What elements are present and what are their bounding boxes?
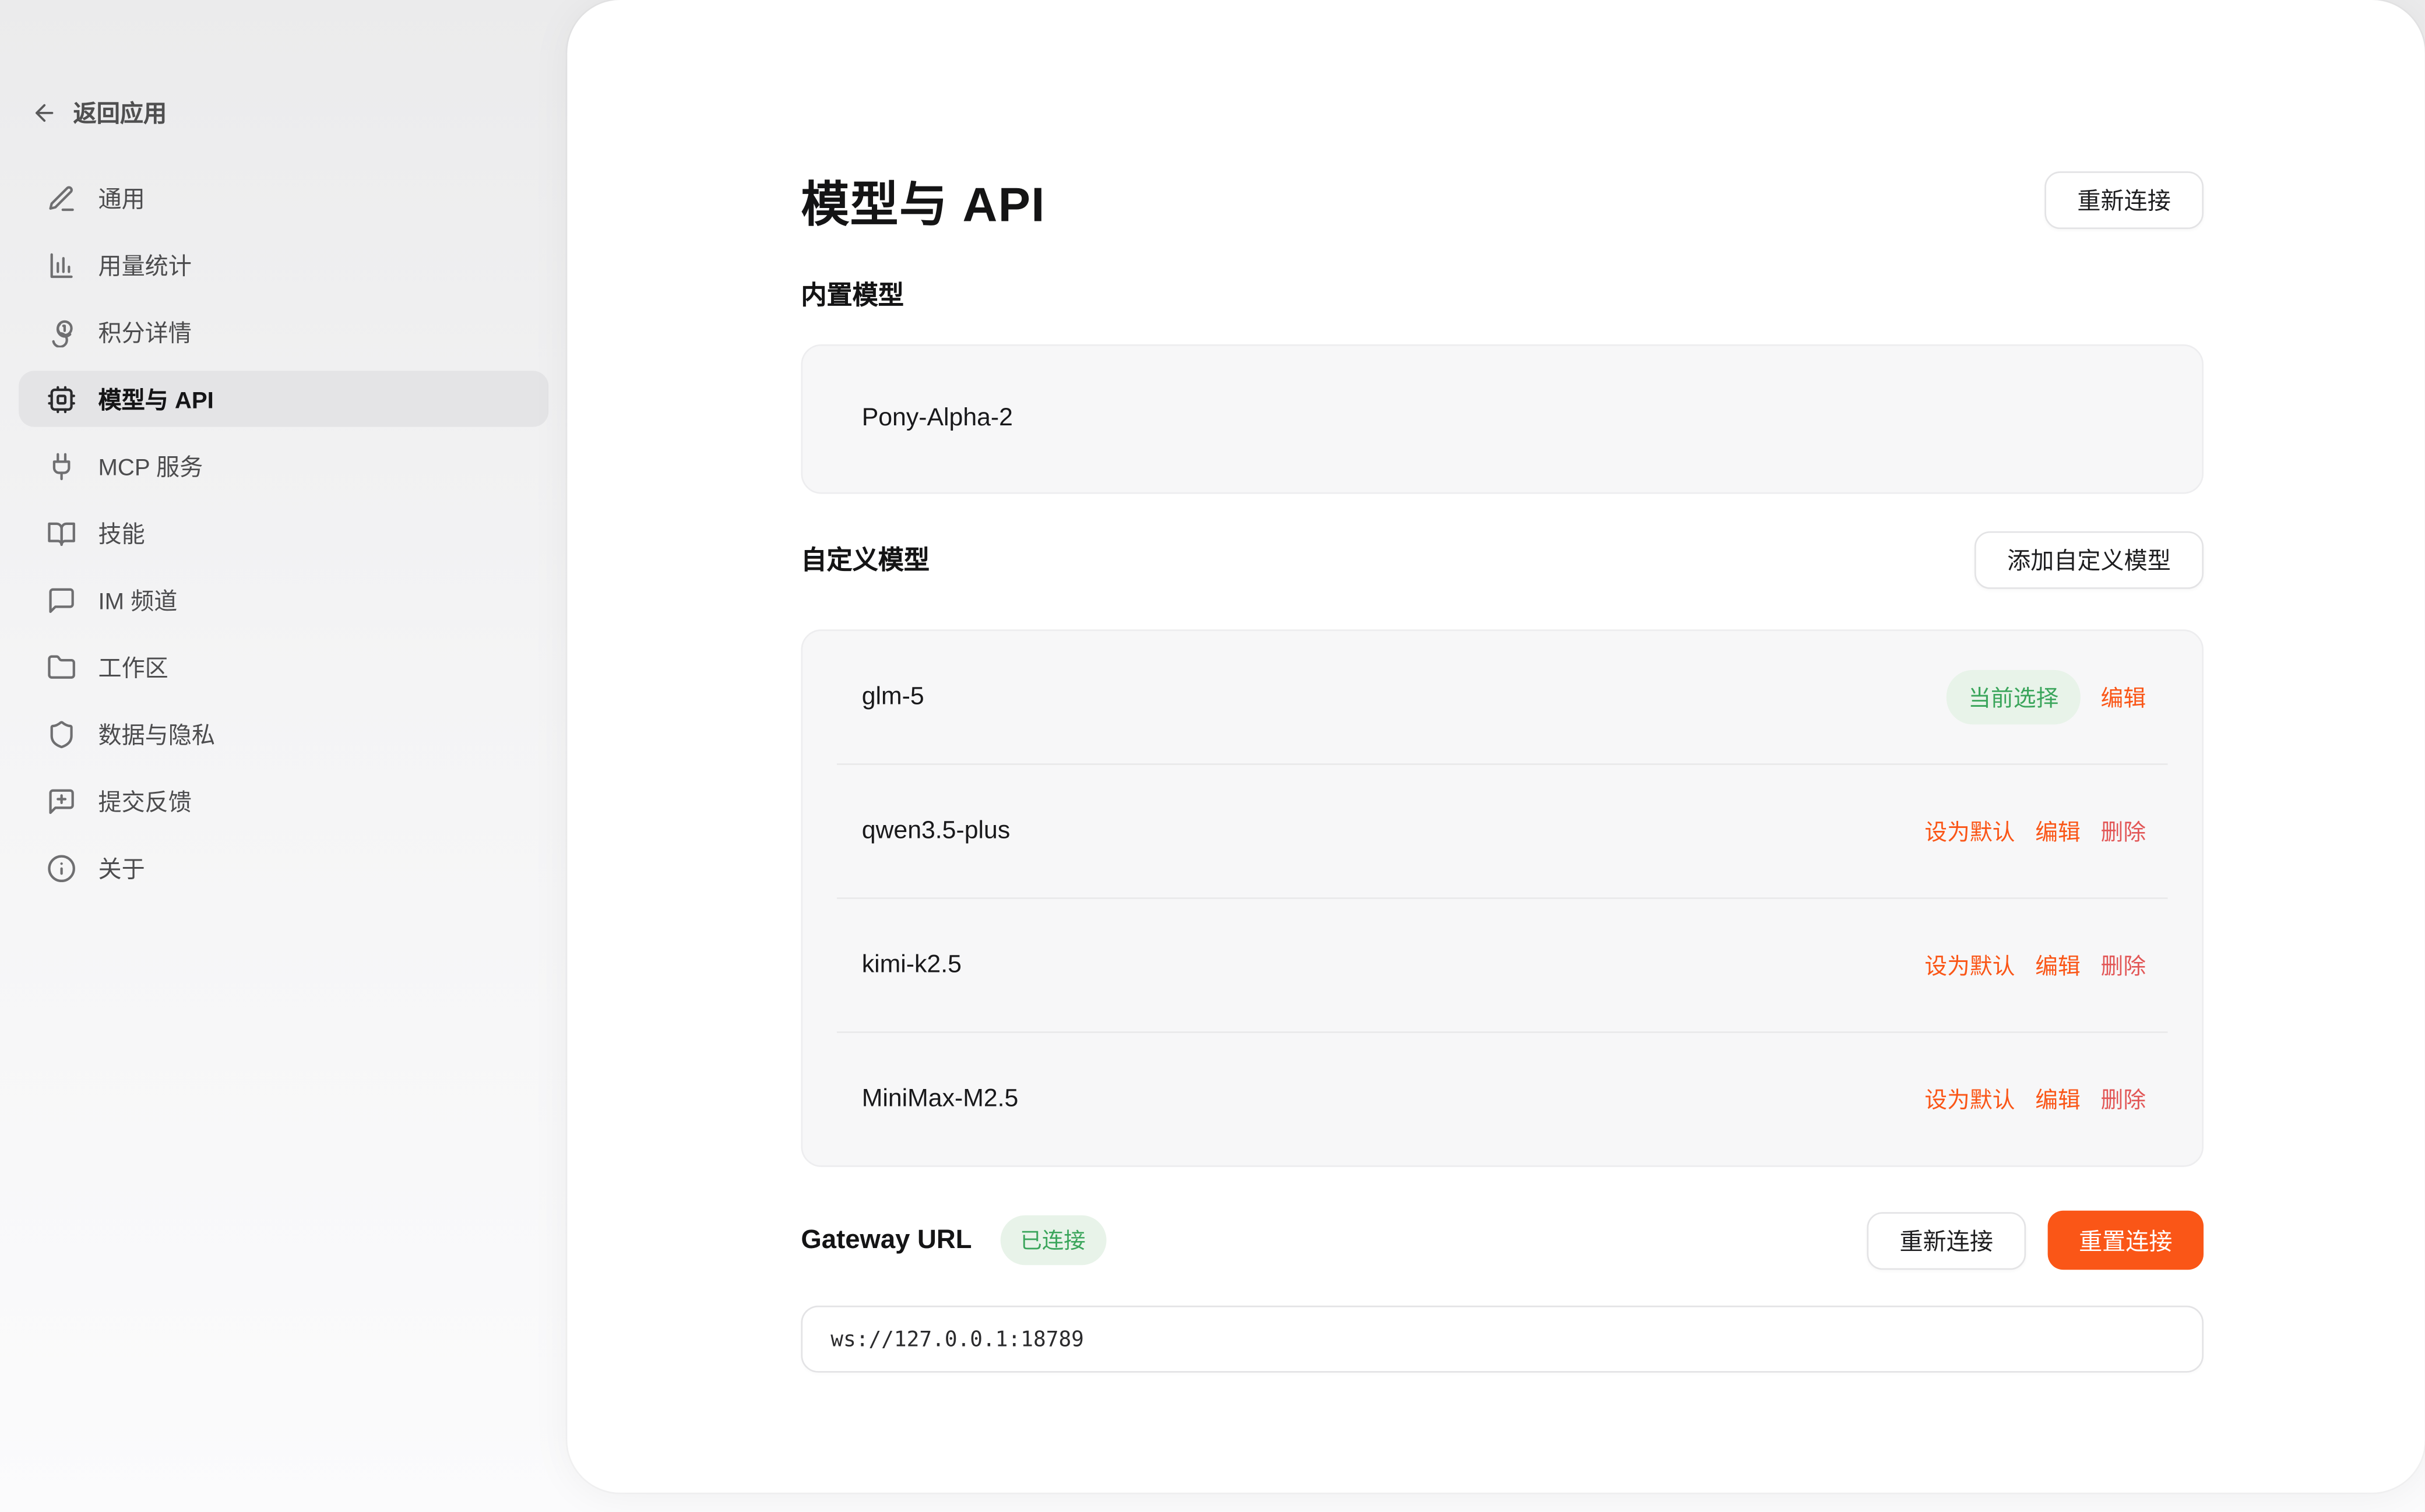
bar-chart-icon: [47, 250, 76, 280]
custom-model-name: MiniMax-M2.5: [862, 1085, 1019, 1113]
edit-model-link[interactable]: 编辑: [2035, 949, 2081, 981]
sidebar-item-im-channels[interactable]: IM 频道: [19, 572, 548, 628]
sidebar-item-label: MCP 服务: [98, 449, 203, 482]
sidebar-item-label: 通用: [98, 182, 145, 214]
edit-model-link[interactable]: 编辑: [2035, 1083, 2081, 1115]
sidebar-item-label: 技能: [98, 516, 145, 549]
custom-models-section-label: 自定义模型: [801, 541, 930, 579]
shield-icon: [47, 719, 76, 749]
custom-model-name: kimi-k2.5: [862, 951, 962, 979]
sidebar-item-label: 数据与隐私: [98, 717, 215, 750]
delete-model-link[interactable]: 删除: [2101, 815, 2146, 848]
page-header: 模型与 API 重新连接: [801, 162, 2204, 237]
delete-model-link[interactable]: 删除: [2101, 949, 2146, 981]
edit-model-link[interactable]: 编辑: [2101, 681, 2146, 714]
builtin-models-section-label: 内置模型: [801, 277, 2204, 315]
sidebar-item-label: 工作区: [98, 650, 168, 683]
sidebar-item-skills[interactable]: 技能: [19, 505, 548, 561]
set-default-link[interactable]: 设为默认: [1924, 1083, 2015, 1115]
sidebar-item-usage-stats[interactable]: 用量统计: [19, 237, 548, 292]
sidebar-item-workspace[interactable]: 工作区: [19, 639, 548, 695]
sidebar-item-label: 关于: [98, 851, 145, 884]
back-to-app-button[interactable]: 返回应用: [31, 97, 548, 129]
sidebar-item-about[interactable]: 关于: [19, 840, 548, 896]
model-row: glm-5 当前选择 编辑: [803, 631, 2202, 763]
current-selected-badge: 当前选择: [1947, 670, 2081, 725]
sidebar-item-feedback[interactable]: 提交反馈: [19, 773, 548, 829]
plug-icon: [47, 451, 76, 481]
settings-window: 返回应用 通用 用量统计 积分详情 模型与 API MCP 服务: [0, 0, 2425, 1512]
info-icon: [47, 853, 76, 883]
gateway-url-input[interactable]: [801, 1306, 2204, 1373]
add-custom-model-button[interactable]: 添加自定义模型: [1975, 531, 2204, 589]
custom-model-name: qwen3.5-plus: [862, 817, 1010, 845]
page-title: 模型与 API: [801, 164, 1045, 234]
sidebar-item-models-api[interactable]: 模型与 API: [19, 371, 548, 427]
sidebar-item-label: 积分详情: [98, 315, 191, 348]
reconnect-button-top[interactable]: 重新连接: [2044, 171, 2204, 228]
builtin-model-card: Pony-Alpha-2: [801, 344, 2204, 494]
message-square-icon: [47, 585, 76, 615]
model-row: MiniMax-M2.5 设为默认 编辑 删除: [803, 1033, 2202, 1165]
coins-icon: [47, 317, 76, 347]
sidebar-item-mcp-services[interactable]: MCP 服务: [19, 438, 548, 494]
gateway-url-label: Gateway URL: [801, 1225, 972, 1256]
connected-status-badge: 已连接: [1000, 1215, 1106, 1266]
gateway-reconnect-button[interactable]: 重新连接: [1867, 1211, 2026, 1269]
set-default-link[interactable]: 设为默认: [1924, 815, 2015, 848]
custom-models-header: 自定义模型 添加自定义模型: [801, 531, 2204, 589]
sidebar-item-label: 用量统计: [98, 249, 191, 281]
sidebar: 返回应用 通用 用量统计 积分详情 模型与 API MCP 服务: [0, 0, 567, 1512]
sidebar-nav: 通用 用量统计 积分详情 模型与 API MCP 服务 技能: [19, 170, 548, 896]
sidebar-item-label: 提交反馈: [98, 784, 191, 817]
sidebar-item-label: IM 频道: [98, 583, 177, 616]
edit-model-link[interactable]: 编辑: [2035, 815, 2081, 848]
back-to-app-label: 返回应用: [73, 97, 167, 129]
folder-icon: [47, 652, 76, 682]
gateway-reset-button[interactable]: 重置连接: [2048, 1211, 2204, 1270]
delete-model-link[interactable]: 删除: [2101, 1083, 2146, 1115]
custom-models-list: glm-5 当前选择 编辑 qwen3.5-plus 设为默认 编辑 删除: [801, 629, 2204, 1167]
set-default-link[interactable]: 设为默认: [1924, 949, 2015, 981]
model-row: qwen3.5-plus 设为默认 编辑 删除: [803, 765, 2202, 897]
arrow-left-icon: [31, 100, 57, 126]
message-plus-icon: [47, 786, 76, 816]
sidebar-item-data-privacy[interactable]: 数据与隐私: [19, 706, 548, 762]
gateway-section-header: Gateway URL 已连接 重新连接 重置连接: [801, 1209, 2204, 1271]
builtin-model-name: Pony-Alpha-2: [862, 405, 1013, 433]
sidebar-item-general[interactable]: 通用: [19, 170, 548, 225]
custom-model-name: glm-5: [862, 683, 924, 711]
book-open-icon: [47, 518, 76, 548]
main-panel: 模型与 API 重新连接 内置模型 Pony-Alpha-2 自定义模型 添加自…: [567, 0, 2424, 1493]
model-row: kimi-k2.5 设为默认 编辑 删除: [803, 899, 2202, 1031]
sidebar-item-credits[interactable]: 积分详情: [19, 304, 548, 360]
pencil-icon: [47, 183, 76, 213]
cpu-icon: [47, 384, 76, 414]
sidebar-item-label: 模型与 API: [98, 382, 213, 415]
